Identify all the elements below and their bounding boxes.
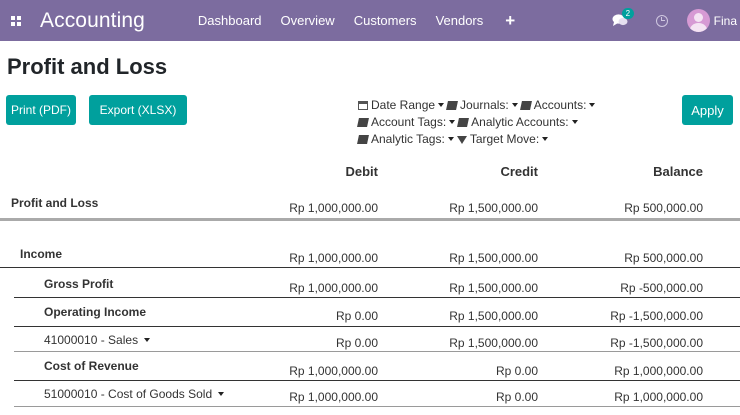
row-divider [14,351,740,352]
analytic-accounts-label: Analytic Accounts: [471,115,569,129]
clock-icon[interactable] [655,14,668,27]
debit-value: Rp 0.00 [335,309,378,323]
debit-value: Rp 1,000,000.00 [289,201,378,215]
menu-dashboard[interactable]: Dashboard [198,13,262,28]
debit-value: Rp 1,000,000.00 [289,251,378,265]
analytic-tags-label: Analytic Tags: [371,132,445,146]
chevron-down-icon [449,120,456,124]
menu-customers[interactable]: Customers [354,13,417,28]
user-name[interactable]: Fina [714,14,737,28]
chevron-down-icon [144,338,151,342]
account-line-cogs[interactable]: 51000010 - Cost of Goods Sold [44,387,227,401]
row-label: Profit and Loss [11,196,99,210]
debit-value: Rp 1,000,000.00 [289,390,378,404]
section-divider [0,218,740,221]
row-divider [14,380,740,381]
apply-button[interactable]: Apply [682,95,733,125]
app-brand[interactable]: Accounting [40,9,145,33]
target-move-label: Target Move: [469,132,540,146]
chevron-down-icon [589,103,596,107]
chevron-down-icon [218,392,225,396]
balance-value: Rp 1,000,000.00 [614,390,703,404]
account-tags-filter[interactable]: Account Tags: [357,115,458,129]
balance-value: Rp -500,000.00 [620,281,703,295]
debit-value: Rp 1,000,000.00 [289,364,378,378]
row-label: 41000010 - Sales [44,333,139,347]
credit-value: Rp 0.00 [495,364,538,378]
row-divider [14,406,740,407]
main-menu: Dashboard Overview Customers Vendors [198,13,502,28]
target-move-filter[interactable]: Target Move: [456,132,551,146]
funnel-icon [456,136,467,144]
filter-panel: Date Range Journals: Accounts: Account Tag… [357,97,599,148]
date-range-filter[interactable]: Date Range [358,98,447,112]
row-label: Operating Income [44,305,147,319]
credit-value: Rp 0.00 [495,390,538,404]
chevron-down-icon [542,137,549,141]
chevron-down-icon [511,103,518,107]
chevron-down-icon [571,120,578,124]
credit-value: Rp 1,500,000.00 [449,251,538,265]
analytic-accounts-filter[interactable]: Analytic Accounts: [457,115,580,129]
credit-value: Rp 1,500,000.00 [449,281,538,295]
row-label: 51000010 - Cost of Goods Sold [44,387,213,401]
calendar-icon [358,101,368,110]
page-title: Profit and Loss [7,54,168,79]
chat-badge: 2 [621,7,635,19]
debit-value: Rp 0.00 [335,336,378,350]
column-header-credit: Credit [500,164,538,179]
plus-icon[interactable]: + [505,12,515,29]
row-divider [14,297,740,298]
row-label: Income [20,247,63,261]
balance-value: Rp -1,500,000.00 [610,309,703,323]
top-navbar: Accounting Dashboard Overview Customers … [0,0,740,41]
accounts-filter[interactable]: Accounts: [519,98,599,112]
credit-value: Rp 1,500,000.00 [449,201,538,215]
journals-label: Journals: [460,98,509,112]
book-icon [519,101,532,110]
row-divider [14,326,740,327]
account-tags-label: Account Tags: [371,115,447,129]
balance-value: Rp 1,000,000.00 [614,364,703,378]
journals-filter[interactable]: Journals: [446,98,521,112]
row-label: Cost of Revenue [44,359,139,373]
accounts-label: Accounts: [533,98,587,112]
print-pdf-button[interactable]: Print (PDF) [6,95,76,125]
export-xlsx-button[interactable]: Export (XLSX) [89,95,187,125]
row-divider [0,267,740,268]
balance-value: Rp -1,500,000.00 [610,336,703,350]
analytic-tags-filter[interactable]: Analytic Tags: [357,132,457,146]
apps-grid-icon[interactable] [11,15,21,26]
column-header-balance: Balance [653,164,703,179]
column-header-debit: Debit [345,164,379,179]
chevron-down-icon [447,137,454,141]
chevron-down-icon [438,103,445,107]
credit-value: Rp 1,500,000.00 [449,309,538,323]
book-icon [446,101,459,110]
avatar[interactable] [686,9,710,32]
account-line-sales[interactable]: 41000010 - Sales [44,333,153,347]
row-label: Gross Profit [44,277,114,291]
tag-icon [357,118,369,127]
menu-overview[interactable]: Overview [281,13,335,28]
book-icon [457,118,470,127]
tag-icon [357,135,369,144]
debit-value: Rp 1,000,000.00 [289,281,378,295]
credit-value: Rp 1,500,000.00 [449,336,538,350]
date-range-label: Date Range [371,98,436,112]
balance-value: Rp 500,000.00 [624,201,703,215]
systray: 2 Fina [612,0,740,41]
balance-value: Rp 500,000.00 [624,251,703,265]
chat-icon[interactable]: 2 [612,7,635,29]
menu-vendors[interactable]: Vendors [436,13,484,28]
